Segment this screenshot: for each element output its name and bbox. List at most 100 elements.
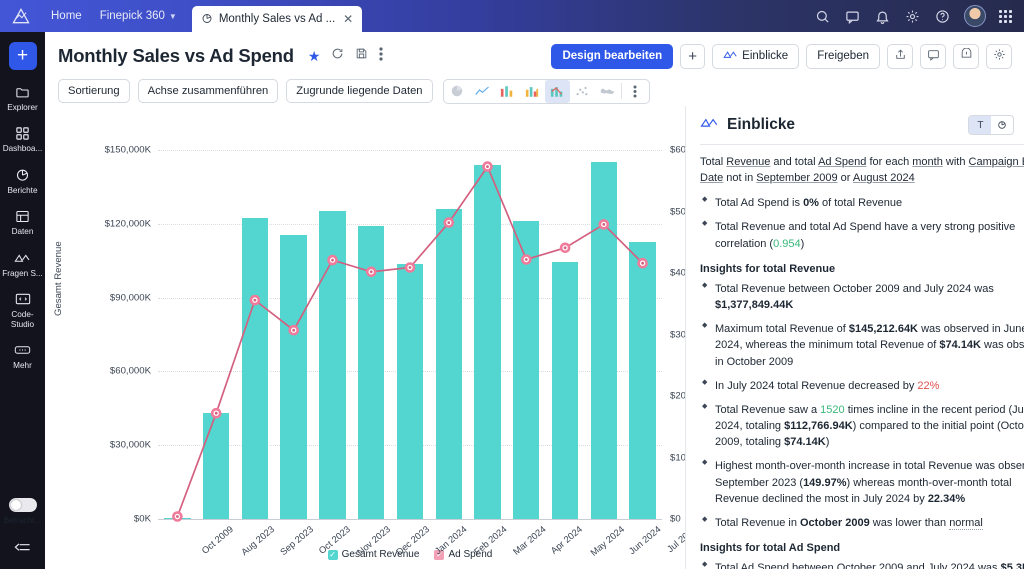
nav-home[interactable]: Home (42, 6, 91, 26)
sidebar-item-dashboards[interactable]: Dashboa... (0, 125, 45, 153)
open-tab[interactable]: Monthly Sales vs Ad ... ✕ (191, 6, 363, 32)
insights-intro: Total Revenue and total Ad Spend for eac… (700, 156, 1024, 185)
text-view-icon[interactable]: T (969, 116, 992, 134)
y2-axis-tick: $0 (670, 513, 681, 525)
sidebar-item-ask-questions[interactable]: Fragen S... (0, 250, 45, 278)
insights-panel: Einblicke T ⋮ ✕ Total Revenue and total … (685, 106, 1024, 569)
y-axis-tick: $150,000K (104, 144, 151, 156)
line-point-center (602, 223, 606, 226)
star-icon[interactable]: ★ (308, 48, 321, 65)
combo-chart-icon[interactable] (544, 79, 570, 103)
sort-chip[interactable]: Sortierung (58, 79, 130, 103)
left-sidebar: + Explorer Dashboa... Berichte Daten Fra… (0, 32, 45, 569)
y-axis-tick: $60,000K (109, 365, 151, 377)
edit-design-button[interactable]: Design bearbeiten (551, 43, 674, 69)
settings-button[interactable] (986, 43, 1012, 69)
bar-chart-icon[interactable] (495, 80, 520, 103)
column-chart-icon[interactable] (520, 80, 545, 103)
bell-icon[interactable] (874, 8, 891, 25)
sidebar-item-code-studio[interactable]: Code- Studio (0, 291, 45, 329)
underlying-data-chip-label: Zugrunde liegende Daten (296, 85, 423, 97)
help-icon[interactable] (934, 8, 951, 25)
insights-button-label: Einblicke (742, 50, 789, 62)
sidebar-item-explorer-label: Explorer (7, 103, 38, 112)
create-new-button[interactable]: + (8, 42, 37, 70)
page-header: Monthly Sales vs Ad Spend ★ Design bearb… (45, 32, 1024, 74)
geo-chart-icon[interactable] (595, 80, 620, 103)
toolbar-more-button[interactable] (623, 80, 648, 103)
grid-line (158, 519, 662, 520)
collapse-sidebar-icon[interactable] (14, 541, 31, 559)
y-axis-tick: $0K (133, 513, 151, 525)
insights-view-switcher: T (968, 115, 1015, 135)
chat-icon[interactable] (844, 8, 861, 25)
avatar[interactable] (964, 5, 986, 27)
comment-icon (927, 48, 940, 64)
page-title: Monthly Sales vs Ad Spend (58, 45, 294, 66)
table-icon (15, 208, 30, 224)
sidebar-item-data-label: Daten (11, 227, 34, 237)
alert-button[interactable] (953, 43, 979, 69)
chevron-down-icon: ▼ (168, 11, 177, 21)
line-point-center (524, 258, 528, 261)
line-point-center (563, 246, 567, 250)
gear-icon[interactable] (904, 8, 921, 25)
chart-plot-area[interactable]: $0K $30,000K $60,000K $90,000K $120,000K $150… (105, 145, 698, 525)
close-icon[interactable]: ✕ (343, 12, 353, 26)
folder-icon (15, 84, 30, 100)
refresh-icon[interactable] (331, 47, 344, 65)
view-mode-toggle[interactable] (8, 497, 37, 512)
page-title-actions: ★ (308, 46, 384, 66)
insights-panel-header: Einblicke T ⋮ ✕ (686, 106, 1024, 144)
sort-chip-label: Sortierung (68, 85, 120, 97)
line-chart-icon[interactable] (470, 80, 495, 103)
chart-view-icon[interactable] (991, 116, 1013, 134)
share-button[interactable]: Freigeben (806, 43, 880, 69)
merge-axis-chip-label: Achse zusammenführen (147, 85, 269, 97)
more-icon (14, 342, 31, 358)
y-axis-tick: $120,000K (104, 218, 151, 230)
line-point-center (369, 270, 373, 274)
line-series (172, 161, 648, 522)
nav-workspace[interactable]: Finepick 360 ▼ (91, 6, 186, 26)
line-point-center (292, 328, 296, 332)
apps-grid-icon[interactable] (999, 9, 1012, 23)
scatter-chart-icon[interactable] (570, 80, 595, 103)
open-tab-label: Monthly Sales vs Ad ... (218, 13, 336, 25)
line-point-center (408, 266, 412, 269)
more-vertical-icon[interactable] (379, 46, 384, 66)
pie-chart-icon[interactable] (445, 80, 470, 103)
insights-panel-body[interactable]: Total Revenue and total Ad Spend for eac… (686, 144, 1024, 569)
view-mode-label: Betracht... (3, 515, 42, 525)
y-axis-label: Gesamt Revenue (53, 241, 64, 316)
chart-toolbar: Sortierung Achse zusammenführen Zugrunde… (45, 74, 1024, 106)
insight-bullet: Total Revenue in October 2009 was lower … (700, 515, 1024, 531)
sidebar-item-data[interactable]: Daten (0, 208, 45, 236)
sidebar-footer: Betracht... (0, 497, 45, 569)
sidebar-item-more[interactable]: Mehr (0, 342, 45, 370)
analytics-logo-icon[interactable] (10, 5, 32, 27)
plus-icon: + (16, 45, 29, 66)
add-button[interactable]: + (680, 43, 706, 69)
edit-design-label: Design bearbeiten (562, 50, 663, 62)
insight-bullet: Total Revenue saw a 1520 times incline i… (700, 402, 1024, 450)
report-pie-icon (201, 12, 213, 27)
gear-icon (993, 48, 1006, 64)
insight-bullet: Total Ad Spend is 0% of total Revenue (700, 195, 1024, 211)
line-point-center (214, 411, 218, 415)
insight-bullet: Total Ad Spend between October 2009 and … (700, 560, 1024, 569)
comment-button[interactable] (920, 43, 946, 69)
insights-revenue-list: Total Revenue between October 2009 and J… (700, 281, 1024, 531)
sidebar-item-reports[interactable]: Berichte (0, 167, 45, 195)
underlying-data-chip[interactable]: Zugrunde liegende Daten (286, 79, 433, 103)
save-icon[interactable] (355, 47, 368, 65)
insight-bullet: Highest month-over-month increase in tot… (700, 458, 1024, 506)
export-button[interactable] (887, 43, 913, 69)
merge-axis-chip[interactable]: Achse zusammenführen (137, 79, 279, 103)
insights-button[interactable]: Einblicke (712, 43, 800, 69)
search-icon[interactable] (814, 8, 831, 25)
report-pie-icon (15, 167, 30, 183)
insights-icon (700, 116, 719, 134)
sidebar-item-explorer[interactable]: Explorer (0, 84, 45, 112)
insight-bullet: Total Revenue and total Ad Spend have a … (700, 219, 1024, 251)
